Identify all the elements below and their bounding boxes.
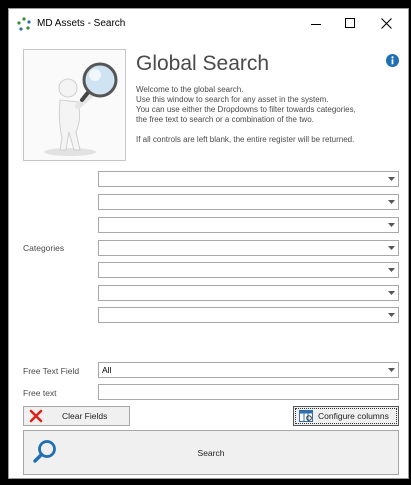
- free-text-field-value: All: [102, 365, 112, 375]
- chevron-down-icon: [384, 195, 398, 209]
- title-bar[interactable]: MD Assets - Search: [9, 9, 408, 37]
- page-title: Global Search: [136, 52, 270, 75]
- category-dropdown-4[interactable]: [98, 240, 399, 256]
- categories-label: Categories: [23, 243, 65, 253]
- free-text-field-dropdown[interactable]: All: [98, 362, 399, 378]
- chevron-down-icon: [384, 263, 398, 277]
- minimize-icon: [311, 23, 321, 25]
- close-button[interactable]: [369, 9, 403, 37]
- category-dropdown-6[interactable]: [98, 285, 399, 301]
- search-label: Search: [197, 448, 225, 458]
- free-text-label: Free text: [23, 388, 57, 398]
- maximize-button[interactable]: [333, 9, 367, 37]
- clear-fields-label: Clear Fields: [62, 411, 108, 421]
- configure-columns-label: Configure columns: [318, 411, 389, 421]
- chevron-down-icon: [384, 286, 398, 300]
- description-line: Use this window to search for any asset …: [136, 95, 329, 104]
- description: Welcome to the global search. Use this w…: [136, 85, 406, 145]
- chevron-down-icon: [384, 308, 398, 322]
- search-button[interactable]: Search: [23, 430, 399, 475]
- configure-columns-button[interactable]: Configure columns: [293, 406, 399, 426]
- maximize-icon: [345, 18, 355, 28]
- category-dropdown-3[interactable]: [98, 217, 399, 233]
- search-illustration: [23, 49, 126, 161]
- free-text-input[interactable]: [98, 384, 399, 400]
- columns-icon: [299, 410, 313, 422]
- window-title: MD Assets - Search: [37, 18, 126, 29]
- description-line: the free text to search or a combination…: [136, 115, 314, 124]
- chevron-down-icon: [384, 241, 398, 255]
- chevron-down-icon: [384, 218, 398, 232]
- category-dropdown-2[interactable]: [98, 194, 399, 210]
- description-line: You can use either the Dropdowns to filt…: [136, 105, 356, 114]
- info-icon[interactable]: [386, 54, 399, 67]
- app-icon: [17, 17, 31, 31]
- chevron-down-icon: [384, 172, 398, 186]
- category-dropdown-1[interactable]: [98, 171, 399, 187]
- free-text-field-label: Free Text Field: [23, 366, 80, 376]
- close-icon: [380, 17, 392, 29]
- minimize-button[interactable]: [299, 9, 333, 37]
- clear-fields-button[interactable]: Clear Fields: [23, 406, 130, 426]
- clear-icon: [29, 409, 43, 423]
- chevron-down-icon: [384, 363, 398, 377]
- category-dropdown-5[interactable]: [98, 262, 399, 278]
- search-window: MD Assets - Search Global Search Welcome…: [8, 8, 409, 479]
- category-dropdown-7[interactable]: [98, 307, 399, 323]
- description-line: Welcome to the global search.: [136, 85, 244, 94]
- description-note: If all controls are left blank, the enti…: [136, 135, 355, 144]
